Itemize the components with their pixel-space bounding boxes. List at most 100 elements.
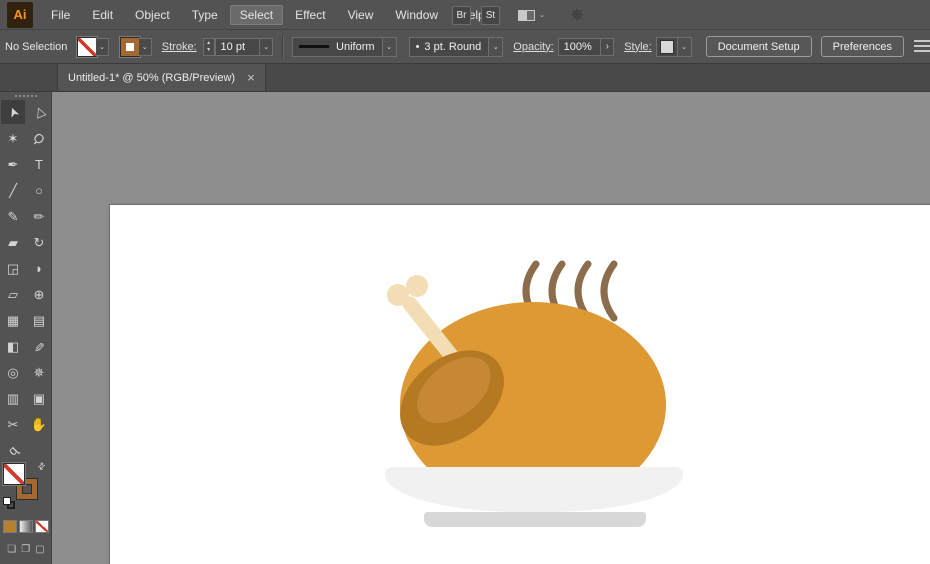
menu-item-edit[interactable]: Edit [82,5,123,25]
fill-stroke-controls: ⇄ [0,464,52,520]
rotate-tool-icon: ↻ [34,236,45,249]
menu-item-window[interactable]: Window [385,5,448,25]
menu-item-file[interactable]: File [41,5,80,25]
menu-item-effect[interactable]: Effect [285,5,335,25]
plate-base-shape[interactable] [424,512,646,527]
draw-inside-icon[interactable]: ▢ [35,544,44,555]
menu-item-object[interactable]: Object [125,5,180,25]
type-tool-icon: T [35,158,43,171]
paint-mode-buttons [3,520,49,533]
brush-bullet-icon: • [416,41,420,53]
eyedropper-tool[interactable]: ✐ [27,334,51,358]
brush-chevron-icon[interactable]: ⌄ [488,38,502,56]
preferences-button[interactable]: Preferences [821,36,904,57]
tab-close-icon[interactable]: × [247,70,255,85]
pen-tool[interactable]: ✒ [1,152,25,176]
free-transform-tool[interactable]: ▱ [1,282,25,306]
color-button[interactable] [3,520,17,533]
artboard-tool[interactable]: ▣ [27,386,51,410]
gradient-tool[interactable]: ◧ [1,334,25,358]
pencil-tool[interactable]: ✏ [27,204,51,228]
illustrator-logo[interactable]: Ai [7,2,33,28]
eraser-tool-icon: ▰ [8,236,18,249]
width-tool[interactable]: ◗ [27,256,51,280]
gradient-button[interactable] [19,520,33,533]
drawing-mode-buttons: ❏ ❐ ▢ [0,544,52,555]
magic-wand-tool-icon: ✶ [8,132,19,145]
stepper-up-icon[interactable]: ▲ [206,40,211,47]
fill-proxy-swatch[interactable] [4,464,24,484]
document-tab[interactable]: Untitled-1* @ 50% (RGB/Preview) × [57,64,266,91]
mesh-tool[interactable]: ▤ [27,308,51,332]
magic-wand-tool[interactable]: ✶ [1,126,25,150]
style-dropdown[interactable]: ⌄ [656,37,692,57]
draw-normal-icon[interactable]: ❏ [7,544,16,555]
zoom-tool-icon: ɋ [6,443,20,457]
width-tool-icon: ◗ [35,262,43,275]
width-profile-dropdown[interactable]: Uniform ⌄ [292,37,397,57]
symbol-sprayer-tool[interactable]: ✵ [27,360,51,384]
tools-panel: ➤▷ ✶ Ϙ ✒ T ╱○ ✎ ✏ ▰ ↻ ◲ ◗ ▱⊕▦▤◧✐◎✵ ▥ ▣ ✂ ✋ ɋ ⇄ ❏ ❐ ▢ [0,92,52,564]
steam-wave[interactable] [604,264,614,318]
lasso-tool[interactable]: Ϙ [27,126,51,150]
app-bar-right: Br St ⌄ ❋ [452,0,583,30]
canvas-area[interactable] [52,92,930,564]
menu-item-view[interactable]: View [338,5,384,25]
type-tool[interactable]: T [27,152,51,176]
pen-tool-icon: ✒ [8,158,19,171]
stroke-chevron-icon[interactable]: ⌄ [139,38,152,56]
workspace-icon[interactable] [914,40,930,53]
scale-tool[interactable]: ◲ [1,256,25,280]
column-graph-tool-icon: ▥ [7,392,19,405]
fill-color-swatch[interactable] [78,38,96,56]
opacity-input[interactable]: 100% [558,38,602,56]
paintbrush-tool[interactable]: ✎ [1,204,25,228]
stepper-down-icon[interactable]: ▼ [206,47,211,54]
style-chevron-icon[interactable]: ⌄ [677,38,691,56]
stroke-weight-chevron-icon[interactable]: ⌄ [260,38,273,56]
column-graph-tool[interactable]: ▥ [1,386,25,410]
uniform-profile-icon [299,45,329,48]
menu-item-type[interactable]: Type [182,5,228,25]
line-segment-tool[interactable]: ╱ [1,178,25,202]
fill-chevron-icon[interactable]: ⌄ [96,38,109,56]
selection-tool[interactable]: ➤ [1,100,25,124]
rotate-tool[interactable]: ↻ [27,230,51,254]
width-profile-chevron-icon[interactable]: ⌄ [382,38,396,56]
tools-panel-grip[interactable] [15,95,37,97]
opacity-label[interactable]: Opacity: [513,41,553,53]
blend-tool[interactable]: ◎ [1,360,25,384]
opacity-panel-arrow-icon[interactable]: › [601,38,614,56]
stock-button[interactable]: St [481,6,500,25]
eraser-tool[interactable]: ▰ [1,230,25,254]
slice-tool[interactable]: ✂ [1,412,25,436]
document-tab-title: Untitled-1* @ 50% (RGB/Preview) [68,72,235,84]
draw-behind-icon[interactable]: ❐ [21,544,30,555]
document-setup-button[interactable]: Document Setup [706,36,812,57]
brush-definition-dropdown[interactable]: • 3 pt. Round ⌄ [409,37,504,57]
style-swatch-icon [660,40,674,54]
stroke-weight-stepper[interactable]: ▲ ▼ [203,38,215,56]
none-button[interactable] [35,520,49,533]
menu-list: FileEditObjectTypeSelectEffectViewWindow… [40,0,496,29]
ellipse-tool[interactable]: ○ [27,178,51,202]
control-bar: No Selection ⌄ ⌄ Stroke: ▲ ▼ 10 pt ⌄ Uni… [0,30,930,64]
bone-shaft [410,304,450,354]
direct-selection-tool[interactable]: ▷ [27,100,51,124]
perspective-grid-tool[interactable]: ▦ [1,308,25,332]
hand-tool[interactable]: ✋ [27,412,51,436]
default-fill-mini [3,497,11,505]
menubar: Ai FileEditObjectTypeSelectEffectViewWin… [0,0,930,30]
zoom-tool[interactable]: ɋ [1,438,25,462]
style-label[interactable]: Style: [624,41,652,53]
shape-builder-tool[interactable]: ⊕ [27,282,51,306]
arrange-documents-control[interactable]: ⌄ [518,10,545,21]
slice-tool-icon: ✂ [8,418,19,431]
menu-item-select[interactable]: Select [230,5,283,25]
paintbrush-tool-icon: ✎ [8,210,19,223]
stroke-weight-input[interactable]: 10 pt [215,38,261,56]
stroke-weight-label[interactable]: Stroke: [162,41,197,53]
stroke-color-swatch[interactable] [121,38,139,56]
bridge-button[interactable]: Br [452,6,471,25]
default-fill-stroke-icon[interactable] [3,497,15,509]
